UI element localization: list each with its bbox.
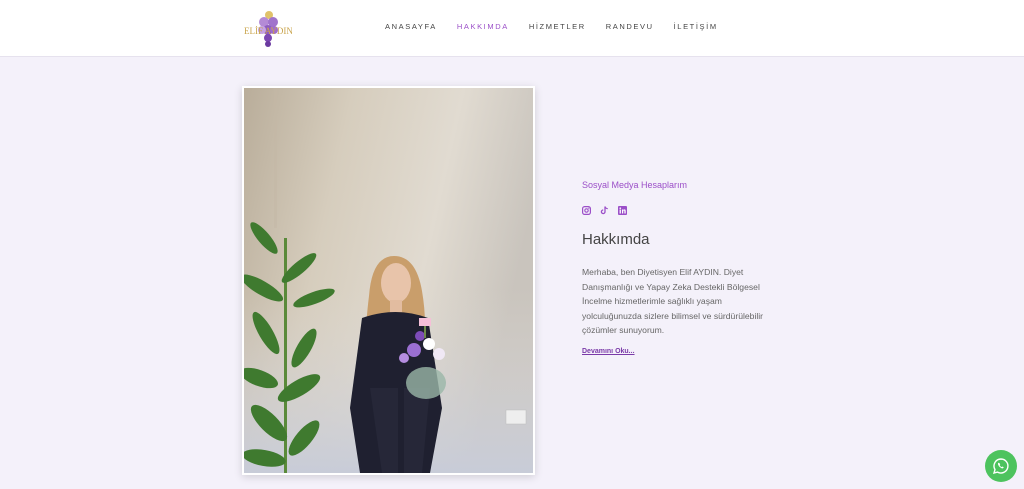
about-paragraph: Merhaba, ben Diyetisyen Elif AYDIN. Diye… bbox=[582, 267, 764, 335]
social-title: Sosyal Medya Hesaplarım bbox=[582, 180, 688, 190]
tiktok-icon[interactable] bbox=[600, 200, 609, 215]
logo-text: ELİF AYDIN bbox=[244, 26, 292, 36]
nav-hizmetler[interactable]: HİZMETLER bbox=[529, 22, 586, 32]
whatsapp-button[interactable] bbox=[985, 450, 1017, 482]
site-logo[interactable]: ELİF AYDIN bbox=[242, 8, 293, 50]
about-heading: Hakkımda bbox=[582, 231, 650, 248]
profile-photo bbox=[242, 86, 535, 475]
portrait-image bbox=[244, 88, 533, 473]
read-more-link[interactable]: Devamını Oku... bbox=[582, 348, 635, 355]
site-header: ELİF AYDIN ANASAYFA HAKKIMDA HİZMETLER R… bbox=[0, 0, 1024, 57]
nav-anasayfa[interactable]: ANASAYFA bbox=[385, 22, 437, 32]
nav-randevu[interactable]: RANDEVU bbox=[606, 22, 654, 32]
whatsapp-icon bbox=[992, 458, 1009, 474]
social-icons bbox=[582, 200, 782, 216]
about-section: Sosyal Medya Hesaplarım Hakkımda Merhaba… bbox=[582, 180, 782, 357]
nav-iletisim[interactable]: İLETİŞİM bbox=[674, 22, 718, 32]
main-nav: ANASAYFA HAKKIMDA HİZMETLER RANDEVU İLET… bbox=[385, 22, 738, 32]
linkedin-icon[interactable] bbox=[618, 200, 627, 215]
nav-hakkimda[interactable]: HAKKIMDA bbox=[457, 22, 509, 32]
instagram-icon[interactable] bbox=[582, 200, 592, 216]
logo-grape-icon: ELİF AYDIN bbox=[244, 11, 293, 47]
